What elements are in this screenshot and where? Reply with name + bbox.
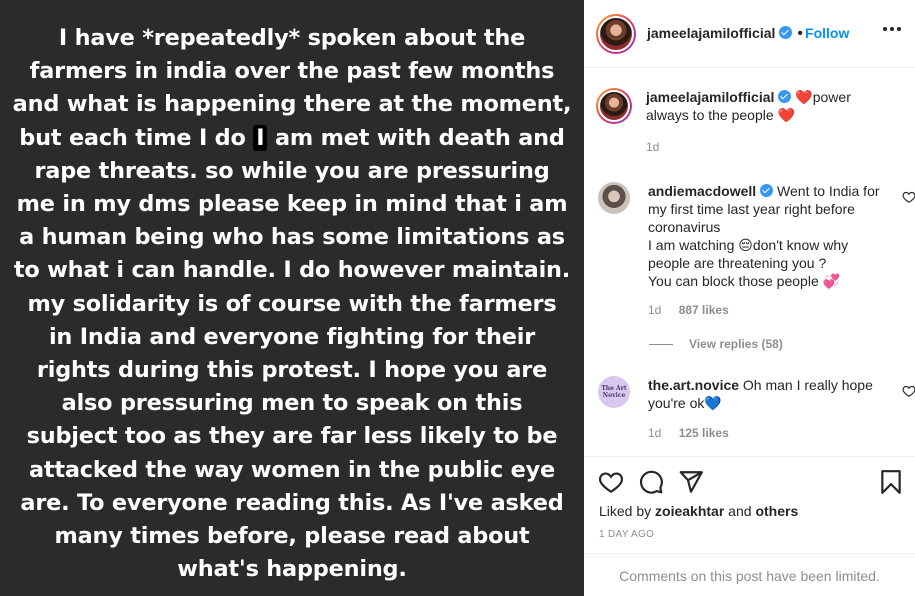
caption-avatar[interactable] [596,88,632,124]
post-text-line: what's happening. [177,556,407,583]
post-text-line: in India and everyone fighting for their [48,323,536,350]
post-text-line: subject too as they are far less likely … [26,423,558,450]
comment-time[interactable]: 1d [648,426,661,440]
post-image[interactable]: I have *repeatedly* spoken about the far… [0,0,584,596]
post-text-line: but each time I do I am met with death a… [19,124,565,151]
verified-badge-icon [760,184,774,197]
like-heart-icon[interactable] [598,469,624,495]
verified-badge-icon [779,25,793,39]
author-username[interactable]: jameelajamilofficial [647,25,775,41]
liked-by: Liked by zoieakhtar and others [599,503,798,519]
post-text-line: are. To everyone reading this. As I've a… [20,489,564,516]
post-text-line: many times before, please read about [54,523,530,550]
comment-time[interactable]: 1d [648,303,661,317]
comment-text: You can block those people 💞 [648,273,841,289]
caption-meta: 1d [646,138,882,156]
comment-body: andiemacdowell Went to India for my firs… [648,182,884,319]
separator-dot: • [797,24,804,42]
comment-bubble-icon[interactable] [638,469,664,495]
post-panel: jameelajamilofficial • Follow jameelajamil… [584,0,915,596]
author-avatar[interactable] [596,13,636,54]
highlighted-letter: I [253,124,268,151]
post-text-line: also pressuring men to speak on this [61,390,523,417]
comment-meta: 1d 125 likes [648,424,884,442]
comment-username[interactable]: andiemacdowell [648,183,756,199]
comment-username[interactable]: the.art.novice [648,377,739,393]
post-text-line: a human being who has some limitations a… [19,224,565,251]
post-text: I have *repeatedly* spoken about the far… [12,22,572,586]
post-text-line: attacked the way women in the public eye [28,456,556,483]
comment-likes[interactable]: 887 likes [679,303,729,317]
post-text-line: I have *repeatedly* spoken about the [58,25,526,51]
liked-by-others[interactable]: others [755,503,798,519]
post-actions: Liked by zoieakhtar and others 1 DAY AGO… [584,456,915,596]
like-comment-heart-icon[interactable] [902,384,915,398]
caption-time[interactable]: 1d [646,140,659,154]
caption-body: jameelajamilofficial ❤️power always to t… [646,88,882,156]
heart-emoji: ❤️ [795,89,813,105]
bookmark-icon[interactable] [878,469,904,495]
post-timestamp[interactable]: 1 DAY AGO [599,529,654,540]
post-text-line: rape threats. so while you are pressurin… [34,157,550,184]
liked-by-and: and [724,503,756,519]
comment-item: The Art Novice the.art.novice Oh man I r… [598,376,915,442]
heart-emoji: ❤️ [777,107,795,123]
commenter-avatar[interactable]: The Art Novice [598,376,630,408]
more-options-icon[interactable] [883,27,901,31]
post-text-line: to what i can handle. I do however maint… [13,257,571,284]
comment-meta: 1d 887 likes [648,301,884,319]
comments-limited-notice: Comments on this post have been limited. [584,553,915,596]
post-text-line: me in my dms please keep in mind that i … [16,191,568,218]
liked-by-prefix: Liked by [599,503,656,519]
like-comment-heart-icon[interactable] [902,190,915,204]
header-user: jameelajamilofficial • Follow [647,25,849,43]
commenter-avatar[interactable] [598,182,630,214]
post-text-line: farmers in india over the past few month… [29,58,555,85]
comment-likes[interactable]: 125 likes [679,426,729,440]
share-send-icon[interactable] [678,469,704,495]
caption-username[interactable]: jameelajamilofficial [646,89,774,105]
view-replies-button[interactable]: View replies (58) [649,337,783,351]
view-replies-label: View replies (58) [689,337,783,351]
post-header: jameelajamilofficial • Follow [584,0,915,68]
view-replies-line [649,343,673,345]
comment-body: the.art.novice Oh man I really hope you'… [648,376,884,442]
verified-badge-icon [778,90,792,103]
post-text-line: rights during this protest. I hope you a… [36,357,548,384]
caption: jameelajamilofficial ❤️power always to t… [596,88,906,156]
comment-text: I am watching 😔don't know why people are… [648,237,849,271]
liked-by-user[interactable]: zoieakhtar [655,503,724,519]
post-text-line: and what is happening there at the momen… [12,91,572,118]
follow-button[interactable]: Follow [805,25,849,41]
comment-item: andiemacdowell Went to India for my firs… [598,182,915,319]
post-text-line: my solidarity is of course with the farm… [27,290,557,317]
